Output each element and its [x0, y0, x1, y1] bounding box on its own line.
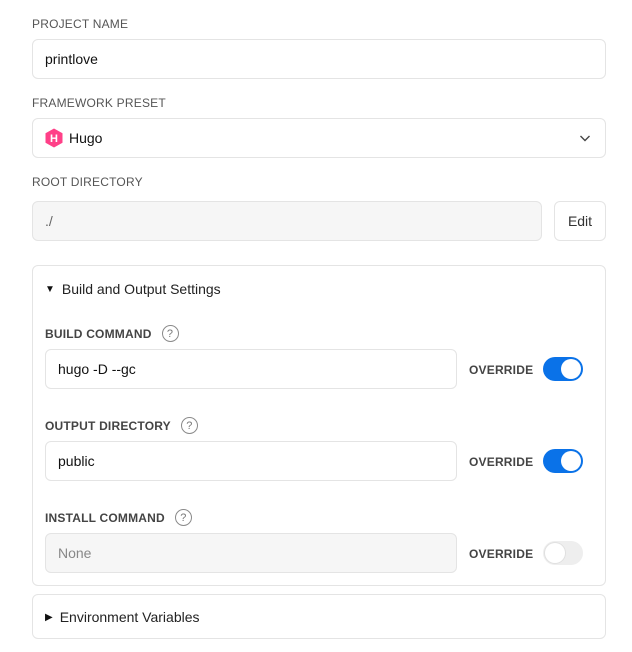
root-directory-label: ROOT DIRECTORY [32, 175, 143, 189]
output-directory-label-text: OUTPUT DIRECTORY [45, 418, 171, 433]
install-command-override-label: OVERRIDE [469, 547, 534, 561]
install-command-label-text: INSTALL COMMAND [45, 510, 165, 525]
build-command-value: hugo -D --gc [58, 361, 136, 377]
framework-preset-value: Hugo [69, 130, 103, 146]
install-command-input: None [45, 533, 457, 573]
edit-root-directory-button[interactable]: Edit [554, 201, 606, 241]
hugo-logo-letter: H [50, 133, 58, 145]
caret-down-icon: ▼ [45, 283, 55, 295]
build-command-input[interactable]: hugo -D --gc [45, 349, 457, 389]
project-name-label: PROJECT NAME [32, 17, 129, 31]
help-icon[interactable]: ? [180, 417, 198, 434]
help-icon[interactable]: ? [161, 325, 179, 342]
toggle-knob [561, 359, 581, 379]
build-command-label: BUILD COMMAND ? [45, 325, 179, 342]
install-command-override-toggle[interactable] [543, 541, 583, 565]
build-output-settings-title: Build and Output Settings [61, 281, 221, 297]
build-output-settings-toggle[interactable]: ▼ Build and Output Settings [45, 281, 221, 297]
root-directory-value: ./ [45, 213, 53, 229]
environment-variables-panel: ▶ Environment Variables [32, 594, 606, 639]
output-directory-override-label: OVERRIDE [469, 455, 534, 469]
root-directory-input: ./ [32, 201, 542, 241]
caret-right-icon: ▶ [45, 611, 53, 623]
output-directory-input[interactable]: public [45, 441, 457, 481]
build-command-label-text: BUILD COMMAND [45, 326, 152, 341]
hugo-logo-icon: H [45, 128, 63, 148]
project-name-input[interactable]: printlove [32, 39, 606, 79]
toggle-knob [561, 451, 581, 471]
build-command-override-label: OVERRIDE [469, 363, 534, 377]
toggle-knob [545, 543, 565, 563]
output-directory-value: public [58, 453, 95, 469]
framework-preset-label: FRAMEWORK PRESET [32, 96, 166, 110]
install-command-label: INSTALL COMMAND ? [45, 509, 192, 526]
project-name-value: printlove [45, 51, 98, 67]
environment-variables-toggle[interactable]: ▶ Environment Variables [45, 609, 200, 625]
framework-preset-select[interactable]: H Hugo [32, 118, 606, 158]
build-command-override-toggle[interactable] [543, 357, 583, 381]
build-output-settings-panel: ▼ Build and Output Settings BUILD COMMAN… [32, 265, 606, 586]
environment-variables-title: Environment Variables [59, 609, 200, 625]
chevron-down-icon [580, 135, 590, 142]
output-directory-override-toggle[interactable] [543, 449, 583, 473]
help-icon[interactable]: ? [174, 509, 192, 526]
output-directory-label: OUTPUT DIRECTORY ? [45, 417, 198, 434]
install-command-placeholder: None [58, 545, 92, 561]
